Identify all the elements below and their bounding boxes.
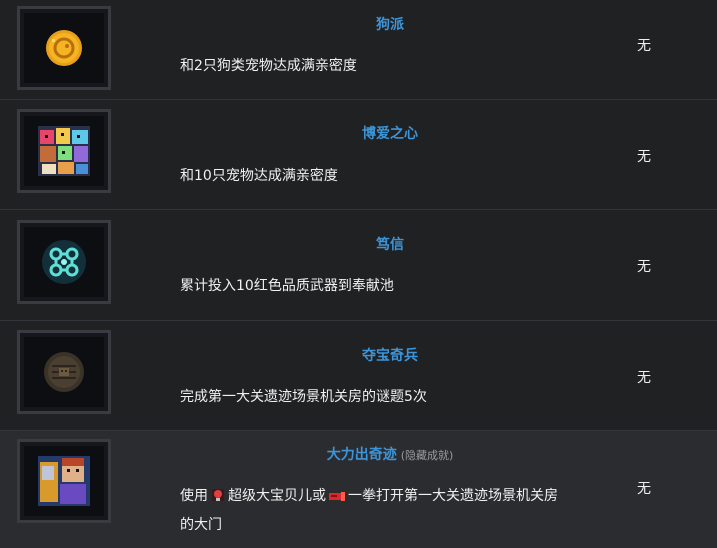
desc-part: 的大门	[180, 517, 222, 533]
pets-collage-icon	[38, 126, 90, 176]
desc-part: 一拳打开第一大关遗迹场景机关房	[348, 488, 558, 504]
achievement-list: 狗派 和2只狗类宠物达成满亲密度 无 博爱之心 和10只宠物达成满亲密度 无 笃…	[0, 0, 717, 548]
teal-swirl-rune-icon	[42, 240, 86, 284]
stone-tablet-icon	[44, 352, 84, 392]
achievement-icon-frame	[17, 220, 111, 304]
achievement-row: 笃信 累计投入10红色品质武器到奉献池 无	[0, 210, 717, 321]
achievement-title: 大力出奇迹 (隐藏成就)	[120, 444, 660, 464]
achievement-row: 夺宝奇兵 完成第一大关遗迹场景机关房的谜题5次 无	[0, 321, 717, 431]
achievement-row: 博爱之心 和10只宠物达成满亲密度 无	[0, 100, 717, 210]
achievement-row-hidden: 大力出奇迹 (隐藏成就) 使用 超级大宝贝儿或 一拳打开第一大关遗迹场景机关房 的大门…	[0, 431, 717, 548]
achievement-description: 使用 超级大宝贝儿或 一拳打开第一大关遗迹场景机关房 的大门	[180, 483, 620, 538]
achievement-reward: 无	[637, 370, 651, 386]
achievement-description: 和2只狗类宠物达成满亲密度	[180, 58, 357, 74]
achievement-reward: 无	[637, 481, 651, 497]
achievement-title: 笃信	[376, 237, 404, 253]
super-baby-weapon-icon	[210, 486, 226, 512]
achievement-icon-frame	[17, 439, 111, 523]
achievement-icon-frame	[17, 330, 111, 414]
desc-part: 使用	[180, 488, 208, 504]
achievement-description: 和10只宠物达成满亲密度	[180, 168, 338, 184]
achievement-row: 狗派 和2只狗类宠物达成满亲密度 无	[0, 0, 717, 100]
achievement-title: 狗派	[376, 17, 404, 33]
hidden-achievement-tag: (隐藏成就)	[400, 449, 454, 462]
achievement-title: 博爱之心	[362, 126, 418, 142]
warrior-portrait-icon	[38, 456, 90, 506]
achievement-reward: 无	[637, 259, 651, 275]
gold-dog-coin-icon	[46, 30, 82, 66]
achievement-reward: 无	[637, 149, 651, 165]
red-fist-weapon-icon	[328, 486, 346, 512]
achievement-description: 完成第一大关遗迹场景机关房的谜题5次	[180, 389, 427, 405]
achievement-icon-frame	[17, 109, 111, 193]
achievement-title: 夺宝奇兵	[362, 348, 418, 364]
achievement-title-text: 大力出奇迹	[326, 447, 397, 463]
desc-part: 超级大宝贝儿或	[228, 488, 326, 504]
achievement-reward: 无	[637, 38, 651, 54]
achievement-description: 累计投入10红色品质武器到奉献池	[180, 278, 394, 294]
achievement-icon-frame	[17, 6, 111, 90]
